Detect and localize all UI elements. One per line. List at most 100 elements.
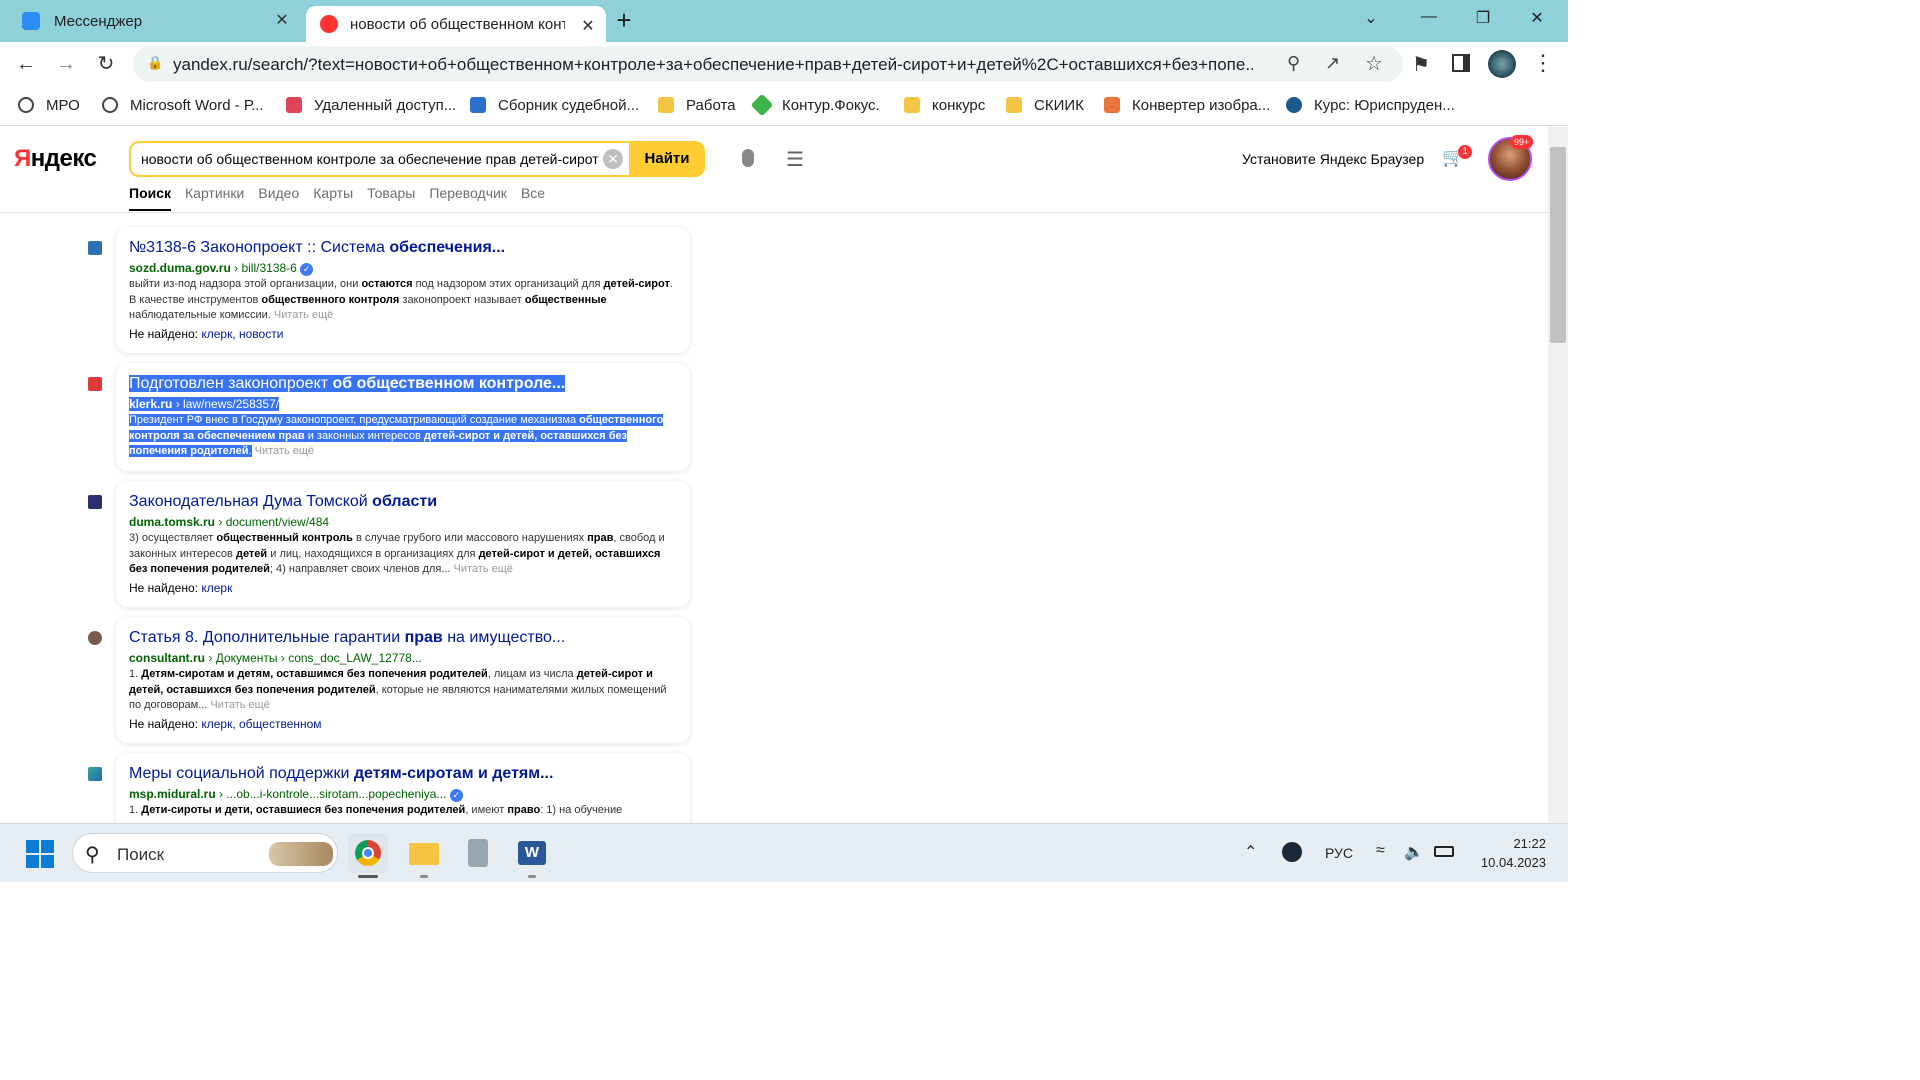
close-window-button[interactable]: ✕ xyxy=(1522,8,1552,30)
bookmark-item[interactable]: МРО xyxy=(18,94,80,116)
battery-icon[interactable] xyxy=(1434,846,1454,857)
minimize-button[interactable]: — xyxy=(1414,8,1444,30)
microphone-icon[interactable] xyxy=(742,149,754,167)
tab-maps[interactable]: Карты xyxy=(313,185,353,211)
extensions-puzzle-icon[interactable]: ⚑ xyxy=(1412,52,1430,77)
yandex-logo[interactable]: Яндекс xyxy=(14,145,97,173)
zoom-icon[interactable]: ⚲ xyxy=(1287,53,1300,74)
page-scrollbar[interactable] xyxy=(1548,127,1568,823)
converter-icon xyxy=(1104,97,1120,113)
result-url[interactable]: duma.tomsk.ru › document/view/484 xyxy=(129,515,329,529)
speaker-icon[interactable]: 🔈 xyxy=(1404,842,1424,862)
tab-search-chevron-icon[interactable]: ⌄ xyxy=(1356,8,1386,30)
reload-icon[interactable]: ↻ xyxy=(94,52,118,76)
search-result: Законодательная Дума Томской области dum… xyxy=(116,481,690,607)
search-box: новости об общественном контроле за обес… xyxy=(129,141,705,177)
read-more-link[interactable]: Читать ещё xyxy=(210,699,269,711)
globe-icon xyxy=(102,97,118,113)
result-snippet: 1. Детям-сиротам и детям, оставшимся без… xyxy=(129,668,667,711)
close-tab-icon[interactable]: ✕ xyxy=(272,11,292,31)
not-found-line: Не найдено: клерк xyxy=(129,581,233,595)
tab-products[interactable]: Товары xyxy=(367,185,415,211)
find-button[interactable]: Найти xyxy=(629,141,705,177)
tab-video[interactable]: Видео xyxy=(258,185,299,211)
steam-icon[interactable] xyxy=(1282,842,1302,862)
yandex-icon xyxy=(320,15,338,33)
result-title[interactable]: Статья 8. Дополнительные гарантии прав н… xyxy=(129,629,565,647)
course-icon xyxy=(1286,97,1302,113)
tomsk-duma-favicon xyxy=(88,495,102,509)
install-browser-link[interactable]: Установите Яндекс Браузер xyxy=(1242,151,1424,167)
tab-all[interactable]: Все xyxy=(521,185,545,211)
browser-toolbar: ← → ↻ 🔒 yandex.ru/search/?text=новости+о… xyxy=(0,42,1568,86)
windows-start-icon[interactable] xyxy=(26,840,54,868)
url-text[interactable]: yandex.ru/search/?text=новости+об+общест… xyxy=(173,55,1253,75)
side-panel-icon[interactable] xyxy=(1452,54,1470,72)
lock-icon: 🔒 xyxy=(147,55,164,70)
bookmark-folder[interactable]: СКИИК xyxy=(1006,94,1084,116)
search-header: Яндекс новости об общественном контроле … xyxy=(0,127,1548,213)
close-tab-icon[interactable]: ✕ xyxy=(578,17,598,37)
not-found-line: Не найдено: клерк, общественном xyxy=(129,717,322,731)
windows-taskbar: ⚲ Поиск W ⌃ РУС ≈ 🔈 21:22 10.04.2023 xyxy=(0,823,1568,882)
tab-yandex-search[interactable]: новости об общественном конт ✕ xyxy=(306,6,606,42)
tab-search[interactable]: Поиск xyxy=(129,185,172,211)
back-arrow-icon[interactable]: ← xyxy=(14,52,38,76)
bookmark-item[interactable]: Контур.Фокус. xyxy=(750,93,880,117)
tab-translator[interactable]: Переводчик xyxy=(429,185,507,211)
search-result: Подготовлен законопроект об общественном… xyxy=(116,363,690,471)
result-title[interactable]: Законодательная Дума Томской области xyxy=(129,493,437,511)
folder-icon xyxy=(658,97,674,113)
read-more-link[interactable]: Читать ещё xyxy=(255,445,314,457)
bookmark-star-icon[interactable]: ☆ xyxy=(1365,51,1383,76)
bookmark-item[interactable]: Сборник судебной... xyxy=(470,94,639,116)
bookmark-item[interactable]: Microsoft Word - Р... xyxy=(102,94,264,116)
search-highlight-image xyxy=(269,842,333,866)
notifications-badge: 99+ xyxy=(1510,135,1534,149)
result-title[interactable]: Меры социальной поддержки детям-сиротам … xyxy=(129,765,553,783)
result-url[interactable]: sozd.duma.gov.ru › bill/3138-6 ✓ xyxy=(129,261,314,276)
bookmark-item[interactable]: Удаленный доступ... xyxy=(286,94,456,116)
tab-images[interactable]: Картинки xyxy=(185,185,244,211)
folder-icon xyxy=(1006,97,1022,113)
scrollbar-thumb[interactable] xyxy=(1550,147,1566,343)
profile-avatar[interactable] xyxy=(1488,50,1516,78)
menu-dots-icon[interactable]: ⋮ xyxy=(1532,50,1554,76)
language-indicator[interactable]: РУС xyxy=(1325,845,1353,861)
bookmark-folder[interactable]: конкурс xyxy=(904,94,985,116)
tab-messenger[interactable]: Мессенджер ✕ xyxy=(0,0,300,42)
calculator-icon[interactable] xyxy=(458,833,498,873)
bookmark-item[interactable]: Курс: Юриспруден... xyxy=(1286,94,1455,116)
word-icon[interactable]: W xyxy=(512,833,552,878)
read-more-link[interactable]: Читать ещё xyxy=(274,309,333,321)
address-bar[interactable]: 🔒 yandex.ru/search/?text=новости+об+обще… xyxy=(133,46,1403,82)
forward-arrow-icon[interactable]: → xyxy=(54,52,78,76)
result-url[interactable]: consultant.ru › Документы › cons_doc_LAW… xyxy=(129,651,422,665)
wifi-icon[interactable]: ≈ xyxy=(1376,842,1385,860)
result-snippet: Президент РФ внес в Госдуму законопроект… xyxy=(129,414,664,457)
restore-button[interactable]: ❐ xyxy=(1468,8,1498,30)
chrome-taskbar-icon[interactable] xyxy=(348,833,388,878)
messenger-icon xyxy=(22,12,40,30)
taskbar-search[interactable]: ⚲ Поиск xyxy=(72,833,338,873)
result-url[interactable]: msp.midural.ru › ...ob...i-kontrole...si… xyxy=(129,787,463,802)
bookmark-item[interactable]: Конвертер изобра... xyxy=(1104,94,1270,116)
bookmark-folder[interactable]: Работа xyxy=(658,94,736,116)
filters-icon[interactable]: ☰ xyxy=(786,147,804,172)
bookmarks-bar: МРО Microsoft Word - Р... Удаленный дост… xyxy=(0,86,1568,126)
taskbar-clock[interactable]: 21:22 10.04.2023 xyxy=(1470,834,1546,872)
file-explorer-icon[interactable] xyxy=(404,833,444,878)
read-more-link[interactable]: Читать ещё xyxy=(454,563,513,575)
tab-title: Мессенджер xyxy=(54,12,143,30)
result-snippet: 3) осуществляет общественный контроль в … xyxy=(129,532,665,575)
new-tab-button[interactable]: + xyxy=(612,7,636,34)
search-input[interactable]: новости об общественном контроле за обес… xyxy=(141,151,601,167)
verified-icon: ✓ xyxy=(300,263,314,276)
result-url[interactable]: klerk.ru › law/news/258357/ xyxy=(129,397,280,411)
share-icon[interactable]: ↗ xyxy=(1325,53,1340,74)
not-found-line: Не найдено: клерк, новости xyxy=(129,327,284,341)
result-title[interactable]: Подготовлен законопроект об общественном… xyxy=(129,375,566,393)
clear-search-icon[interactable]: ✕ xyxy=(603,149,623,169)
result-title[interactable]: №3138-6 Законопроект :: Система обеспече… xyxy=(129,239,505,257)
chevron-up-icon[interactable]: ⌃ xyxy=(1244,842,1257,862)
